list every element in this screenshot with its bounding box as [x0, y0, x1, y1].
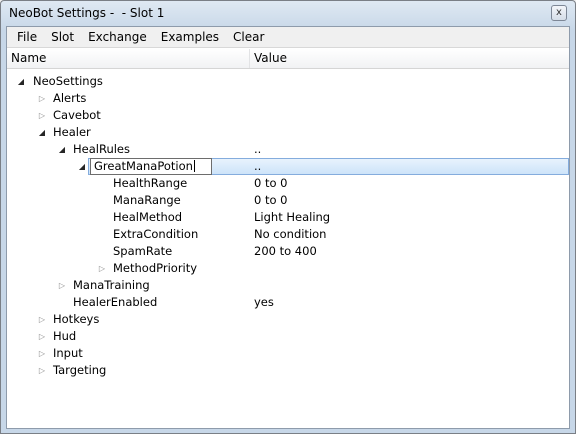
menu-slot[interactable]: Slot: [44, 28, 81, 47]
column-header-value[interactable]: Value: [250, 49, 569, 68]
tree-node-label: ManaRange: [113, 193, 181, 207]
menu-file[interactable]: File: [10, 28, 44, 47]
tree-node-label: MethodPriority: [113, 261, 198, 275]
settings-tree: ◢ NeoSettings ▷ Alerts ▷ Cavebot ◢ Heale…: [7, 70, 569, 428]
collapsed-triangle-icon[interactable]: ▷: [37, 328, 47, 345]
tree-node-neosettings[interactable]: ◢ NeoSettings: [7, 73, 569, 90]
tree-node-hotkeys[interactable]: ▷ Hotkeys: [7, 311, 569, 328]
window-title: NeoBot Settings - - Slot 1: [9, 6, 165, 20]
close-button[interactable]: x: [551, 5, 567, 21]
tree-node-cavebot[interactable]: ▷ Cavebot: [7, 107, 569, 124]
tree-node-spamrate[interactable]: SpamRate 200 to 400: [7, 243, 569, 260]
tree-node-value[interactable]: ..: [254, 158, 261, 175]
collapsed-triangle-icon[interactable]: ▷: [37, 345, 47, 362]
tree-node-manarange[interactable]: ManaRange 0 to 0: [7, 192, 569, 209]
tree-node-healrules[interactable]: ◢ HealRules ..: [7, 141, 569, 158]
rename-edit-text: GreatManaPotion: [94, 159, 193, 173]
collapsed-triangle-icon[interactable]: ▷: [37, 107, 47, 124]
tree-node-label: Alerts: [53, 91, 87, 105]
grid-header: Name Value: [7, 49, 569, 69]
tree-node-hud[interactable]: ▷ Hud: [7, 328, 569, 345]
tree-node-healmethod[interactable]: HealMethod Light Healing: [7, 209, 569, 226]
tree-node-value[interactable]: No condition: [254, 226, 326, 243]
tree-node-value[interactable]: 200 to 400: [254, 243, 317, 260]
tree-node-value[interactable]: yes: [254, 294, 274, 311]
tree-node-label: Healer: [53, 125, 91, 139]
expanded-triangle-icon[interactable]: ◢: [16, 73, 26, 90]
expanded-triangle-icon[interactable]: ◢: [77, 158, 87, 175]
tree-node-healerenabled[interactable]: HealerEnabled yes: [7, 294, 569, 311]
tree-node-extracondition[interactable]: ExtraCondition No condition: [7, 226, 569, 243]
tree-node-label: Targeting: [53, 363, 107, 377]
tree-node-methodpriority[interactable]: ▷ MethodPriority: [7, 260, 569, 277]
tree-node-healer[interactable]: ◢ Healer: [7, 124, 569, 141]
tree-node-input[interactable]: ▷ Input: [7, 345, 569, 362]
tree-node-label: NeoSettings: [33, 74, 103, 88]
tree-node-healthrange[interactable]: HealthRange 0 to 0: [7, 175, 569, 192]
settings-window: NeoBot Settings - - Slot 1 x File Slot E…: [0, 0, 576, 434]
client-area: File Slot Exchange Examples Clear Name V…: [6, 26, 570, 429]
expanded-triangle-icon[interactable]: ◢: [37, 124, 47, 141]
menu-examples[interactable]: Examples: [154, 28, 226, 47]
collapsed-triangle-icon[interactable]: ▷: [57, 277, 67, 294]
tree-node-label: SpamRate: [113, 244, 173, 258]
tree-node-label: HealMethod: [113, 210, 183, 224]
tree-node-label: HealRules: [73, 142, 130, 156]
tree-node-value[interactable]: Light Healing: [254, 209, 330, 226]
tree-node-label: Hotkeys: [53, 312, 100, 326]
collapsed-triangle-icon[interactable]: ▷: [97, 260, 107, 277]
tree-node-label: HealthRange: [113, 176, 188, 190]
menu-clear[interactable]: Clear: [226, 28, 271, 47]
tree-node-value[interactable]: 0 to 0: [254, 175, 288, 192]
rename-edit-field[interactable]: GreatManaPotion: [90, 158, 212, 175]
collapsed-triangle-icon[interactable]: ▷: [37, 90, 47, 107]
tree-node-alerts[interactable]: ▷ Alerts: [7, 90, 569, 107]
tree-node-label: ExtraCondition: [113, 227, 199, 241]
tree-node-manatraining[interactable]: ▷ ManaTraining: [7, 277, 569, 294]
tree-node-value[interactable]: 0 to 0: [254, 192, 288, 209]
tree-node-label: ManaTraining: [73, 278, 150, 292]
menu-exchange[interactable]: Exchange: [81, 28, 154, 47]
expanded-triangle-icon[interactable]: ◢: [57, 141, 67, 158]
tree-node-greatmanapotion[interactable]: ◢ GreatManaPotion ..: [77, 158, 569, 175]
tree-node-targeting[interactable]: ▷ Targeting: [7, 362, 569, 379]
column-header-name[interactable]: Name: [7, 49, 250, 68]
tree-node-value[interactable]: ..: [254, 141, 261, 158]
close-icon: x: [556, 7, 562, 18]
title-bar[interactable]: NeoBot Settings - - Slot 1 x: [1, 1, 575, 25]
collapsed-triangle-icon[interactable]: ▷: [37, 362, 47, 379]
tree-node-label: HealerEnabled: [73, 295, 158, 309]
tree-node-label: Cavebot: [53, 108, 101, 122]
collapsed-triangle-icon[interactable]: ▷: [37, 311, 47, 328]
menu-bar: File Slot Exchange Examples Clear: [7, 27, 569, 48]
tree-node-label: Hud: [53, 329, 77, 343]
tree-node-label: Input: [53, 346, 83, 360]
text-caret: [193, 160, 195, 172]
